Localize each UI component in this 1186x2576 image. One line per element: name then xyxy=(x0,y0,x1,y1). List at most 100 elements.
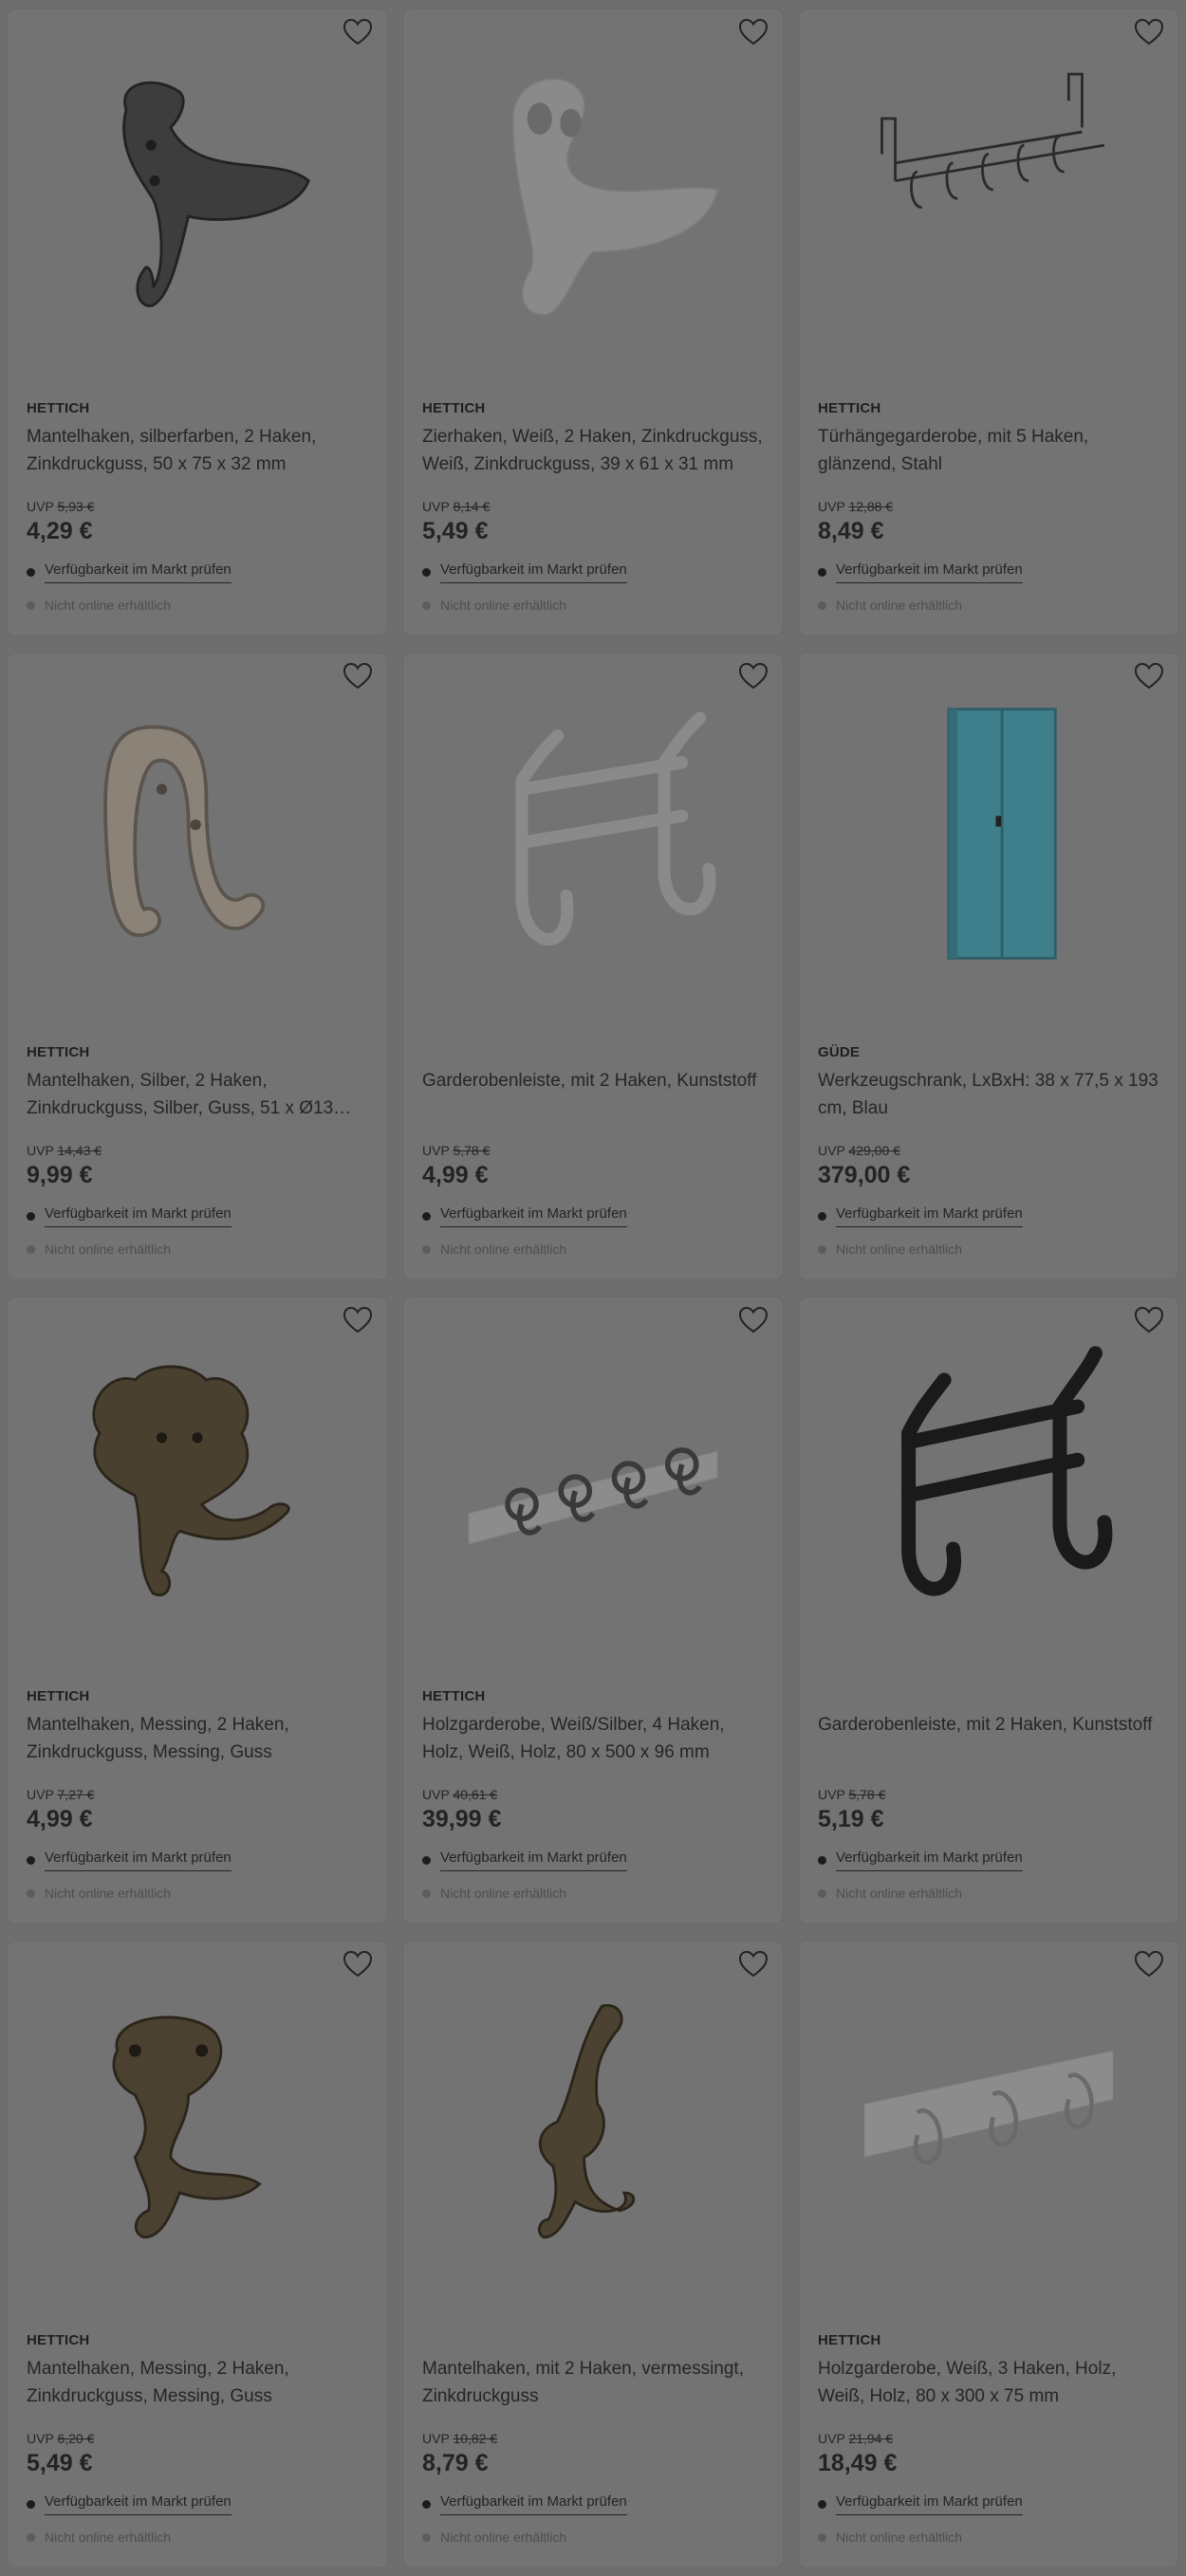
heart-icon[interactable] xyxy=(343,663,372,690)
online-status-label: Nicht online erhältlich xyxy=(440,2530,567,2545)
availability-check[interactable]: Verfügbarkeit im Markt prüfen xyxy=(422,561,627,583)
chrome-double-hook-image[interactable] xyxy=(46,47,349,332)
current-price: 8,49 € xyxy=(818,518,884,544)
blue-cabinet-image[interactable] xyxy=(837,691,1140,976)
white-double-hook-illustration xyxy=(511,78,719,316)
white-wood-rail-3-image[interactable] xyxy=(837,1979,1140,2264)
current-price: 4,29 € xyxy=(27,518,93,544)
product-card[interactable]: HETTICH Mantelhaken, Messing, 2 Haken, Z… xyxy=(8,1297,387,1923)
product-card[interactable]: HETTICH Holzgarderobe, Weiß/Silber, 4 Ha… xyxy=(403,1297,783,1923)
online-status-label: Nicht online erhältlich xyxy=(45,1242,172,1257)
ornate-brass-hook-image[interactable] xyxy=(46,1335,349,1620)
product-title[interactable]: Zierhaken, Weiß, 2 Haken, Zinkdruckguss,… xyxy=(422,423,764,478)
uvp-label: UVP xyxy=(818,1787,845,1802)
status-dot-icon xyxy=(422,1888,431,1898)
product-card[interactable]: Garderobenleiste, mit 2 Haken, Kunststof… xyxy=(799,1297,1178,1923)
availability-check[interactable]: Verfügbarkeit im Markt prüfen xyxy=(422,1849,627,1871)
antique-brass-hook-image[interactable] xyxy=(441,1979,745,2264)
product-title[interactable]: Holzgarderobe, Weiß/Silber, 4 Haken, Hol… xyxy=(422,1711,764,1766)
availability-check[interactable]: Verfügbarkeit im Markt prüfen xyxy=(422,2493,627,2515)
online-status: Nicht online erhältlich xyxy=(27,1242,171,1257)
grey-hook-rail-image[interactable] xyxy=(441,691,745,976)
brand-label: HETTICH xyxy=(422,400,486,416)
availability-check[interactable]: Verfügbarkeit im Markt prüfen xyxy=(27,2493,232,2515)
availability-check[interactable]: Verfügbarkeit im Markt prüfen xyxy=(818,1849,1023,1871)
product-title[interactable]: Mantelhaken, mit 2 Haken, vermessingt, Z… xyxy=(422,2355,764,2410)
heart-icon[interactable] xyxy=(739,19,768,46)
online-status: Nicht online erhältlich xyxy=(422,598,566,613)
old-price: 40,61 € xyxy=(453,1787,498,1802)
availability-check[interactable]: Verfügbarkeit im Markt prüfen xyxy=(27,1205,232,1227)
heart-icon[interactable] xyxy=(1135,19,1163,46)
availability-link[interactable]: Verfügbarkeit im Markt prüfen xyxy=(45,1205,232,1227)
availability-link[interactable]: Verfügbarkeit im Markt prüfen xyxy=(836,1849,1023,1871)
product-card[interactable]: HETTICH Holzgarderobe, Weiß, 3 Haken, Ho… xyxy=(799,1941,1178,2567)
availability-link[interactable]: Verfügbarkeit im Markt prüfen xyxy=(440,2493,627,2515)
product-card[interactable]: HETTICH Mantelhaken, Messing, 2 Haken, Z… xyxy=(8,1941,387,2567)
online-status: Nicht online erhältlich xyxy=(818,2530,962,2545)
ornate-brass-hook-illustration xyxy=(92,1365,290,1597)
old-price: 7,27 € xyxy=(57,1787,95,1802)
availability-link[interactable]: Verfügbarkeit im Markt prüfen xyxy=(440,561,627,583)
product-title[interactable]: Mantelhaken, Silber, 2 Haken, Zinkdruckg… xyxy=(27,1067,368,1122)
uvp-price: UVP 12,88 € xyxy=(818,499,893,514)
availability-link[interactable]: Verfügbarkeit im Markt prüfen xyxy=(836,2493,1023,2515)
availability-check[interactable]: Verfügbarkeit im Markt prüfen xyxy=(818,2493,1023,2515)
heart-icon[interactable] xyxy=(739,1307,768,1334)
product-title[interactable]: Garderobenleiste, mit 2 Haken, Kunststof… xyxy=(422,1067,764,1095)
old-price: 8,14 € xyxy=(453,499,491,514)
old-price: 5,93 € xyxy=(57,499,95,514)
availability-link[interactable]: Verfügbarkeit im Markt prüfen xyxy=(45,561,232,583)
white-double-hook-image[interactable] xyxy=(441,47,745,332)
heart-icon[interactable] xyxy=(343,19,372,46)
heart-icon[interactable] xyxy=(739,1951,768,1978)
product-card[interactable]: HETTICH Mantelhaken, silberfarben, 2 Hak… xyxy=(8,9,387,635)
product-title[interactable]: Mantelhaken, silberfarben, 2 Haken, Zink… xyxy=(27,423,368,478)
status-dot-icon xyxy=(818,568,826,577)
heart-icon[interactable] xyxy=(343,1307,372,1334)
product-card[interactable]: Mantelhaken, mit 2 Haken, vermessingt, Z… xyxy=(403,1941,783,2567)
heart-icon[interactable] xyxy=(1135,1307,1163,1334)
silver-loop-hook-illustration xyxy=(103,725,266,937)
availability-check[interactable]: Verfügbarkeit im Markt prüfen xyxy=(422,1205,627,1227)
product-card[interactable]: GÜDE Werkzeugschrank, LxBxH: 38 x 77,5 x… xyxy=(799,653,1178,1279)
over-door-rack-image[interactable] xyxy=(837,47,1140,332)
product-title[interactable]: Mantelhaken, Messing, 2 Haken, Zinkdruck… xyxy=(27,2355,368,2410)
heart-icon[interactable] xyxy=(1135,663,1163,690)
product-card[interactable]: HETTICH Türhängegarderobe, mit 5 Haken, … xyxy=(799,9,1178,635)
heart-icon[interactable] xyxy=(343,1951,372,1978)
availability-link[interactable]: Verfügbarkeit im Markt prüfen xyxy=(440,1205,627,1227)
product-card[interactable]: Garderobenleiste, mit 2 Haken, Kunststof… xyxy=(403,653,783,1279)
product-title[interactable]: Mantelhaken, Messing, 2 Haken, Zinkdruck… xyxy=(27,1711,368,1766)
old-price: 10,82 € xyxy=(453,2431,498,2446)
heart-icon[interactable] xyxy=(1135,1951,1163,1978)
product-card[interactable]: HETTICH Zierhaken, Weiß, 2 Haken, Zinkdr… xyxy=(403,9,783,635)
product-title[interactable]: Garderobenleiste, mit 2 Haken, Kunststof… xyxy=(818,1711,1159,1739)
white-wood-rail-4-image[interactable] xyxy=(441,1335,745,1620)
availability-link[interactable]: Verfügbarkeit im Markt prüfen xyxy=(45,1849,232,1871)
availability-link[interactable]: Verfügbarkeit im Markt prüfen xyxy=(836,561,1023,583)
availability-link[interactable]: Verfügbarkeit im Markt prüfen xyxy=(45,2493,232,2515)
availability-check[interactable]: Verfügbarkeit im Markt prüfen xyxy=(818,1205,1023,1227)
availability-check[interactable]: Verfügbarkeit im Markt prüfen xyxy=(818,561,1023,583)
black-hook-rail-image[interactable] xyxy=(837,1335,1140,1620)
availability-check[interactable]: Verfügbarkeit im Markt prüfen xyxy=(27,1849,232,1871)
old-price: 12,88 € xyxy=(848,499,894,514)
uvp-label: UVP xyxy=(27,2431,54,2446)
product-title[interactable]: Holzgarderobe, Weiß, 3 Haken, Holz, Weiß… xyxy=(818,2355,1159,2410)
availability-link[interactable]: Verfügbarkeit im Markt prüfen xyxy=(440,1849,627,1871)
product-card[interactable]: HETTICH Mantelhaken, Silber, 2 Haken, Zi… xyxy=(8,653,387,1279)
silver-loop-hook-image[interactable] xyxy=(46,691,349,976)
antique-brass-hook-illustration xyxy=(537,2004,636,2239)
product-title[interactable]: Türhängegarderobe, mit 5 Haken, glänzend… xyxy=(818,423,1159,478)
status-dot-icon xyxy=(818,1244,826,1254)
baroque-brass-hook-image[interactable] xyxy=(46,1979,349,2264)
uvp-price: UVP 21,94 € xyxy=(818,2431,893,2446)
product-title[interactable]: Werkzeugschrank, LxBxH: 38 x 77,5 x 193 … xyxy=(818,1067,1159,1122)
online-status-label: Nicht online erhältlich xyxy=(836,2530,963,2545)
heart-icon[interactable] xyxy=(739,663,768,690)
status-dot-icon xyxy=(422,2532,431,2542)
online-status: Nicht online erhältlich xyxy=(422,2530,566,2545)
availability-check[interactable]: Verfügbarkeit im Markt prüfen xyxy=(27,561,232,583)
availability-link[interactable]: Verfügbarkeit im Markt prüfen xyxy=(836,1205,1023,1227)
